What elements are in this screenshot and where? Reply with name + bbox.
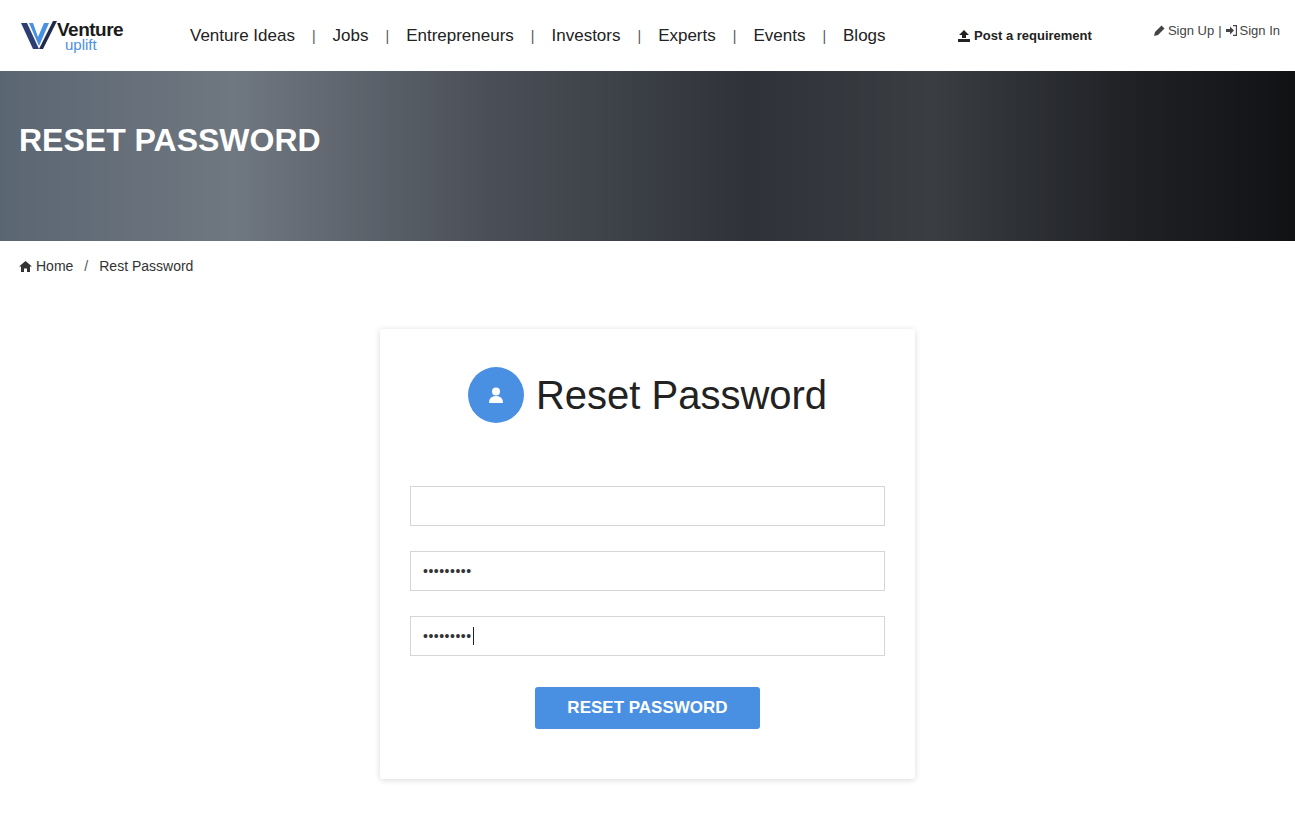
header: Ventureuplift Venture Ideas | Jobs | Entrepre…	[0, 0, 1295, 71]
breadcrumb: Home / Rest Password	[0, 241, 1295, 291]
form-fields: ••••••••• •••••••••	[410, 486, 885, 656]
nav-item[interactable]: Events	[753, 26, 805, 46]
nav-separator: |	[637, 28, 641, 44]
nav-separator: |	[531, 28, 535, 44]
nav-item[interactable]: Entrepreneurs	[406, 26, 514, 46]
logo[interactable]: Ventureuplift	[19, 19, 129, 53]
reset-card: Reset Password ••••••••• ••••••••• RESET PA…	[380, 329, 915, 779]
text-field[interactable]	[410, 486, 885, 526]
breadcrumb-separator: /	[84, 258, 88, 274]
auth-links: Sign Up | Sign In	[1154, 23, 1280, 38]
card-header: Reset Password	[468, 367, 827, 423]
sign-in-link[interactable]: Sign In	[1226, 23, 1280, 38]
sign-in-icon	[1226, 25, 1237, 36]
main-nav: Venture Ideas | Jobs | Entrepreneurs | Investo…	[190, 26, 958, 46]
post-requirement-link[interactable]: Post a requirement	[958, 28, 1092, 43]
breadcrumb-item[interactable]: Home	[19, 258, 73, 274]
reset-password-button[interactable]: RESET PASSWORD	[535, 687, 760, 729]
breadcrumb-item: Rest Password	[99, 258, 193, 274]
nav-separator: |	[733, 28, 737, 44]
nav-item[interactable]: Investors	[552, 26, 621, 46]
logo-tagline: uplift	[65, 37, 123, 52]
nav-item[interactable]: Blogs	[843, 26, 886, 46]
auth-separator: |	[1218, 23, 1221, 38]
password-field[interactable]: •••••••••	[410, 551, 885, 591]
banner-title: RESET PASSWORD	[19, 122, 321, 159]
logo-v-icon	[19, 19, 59, 53]
nav-separator: |	[312, 28, 316, 44]
banner: RESET PASSWORD	[0, 71, 1295, 241]
main: Reset Password ••••••••• ••••••••• RESET PA…	[0, 291, 1295, 819]
text-caret	[473, 627, 474, 645]
nav-item[interactable]: Experts	[658, 26, 716, 46]
nav-separator: |	[385, 28, 389, 44]
home-icon	[19, 261, 32, 272]
password-field[interactable]: •••••••••	[410, 616, 885, 656]
pencil-icon	[1154, 25, 1165, 36]
user-icon	[468, 367, 524, 423]
page: Ventureuplift Venture Ideas | Jobs | Entrepre…	[0, 0, 1295, 831]
card-title: Reset Password	[536, 373, 827, 418]
nav-separator: |	[822, 28, 826, 44]
upload-icon	[958, 30, 970, 42]
sign-up-link[interactable]: Sign Up	[1154, 23, 1214, 38]
nav-item[interactable]: Jobs	[333, 26, 369, 46]
nav-item[interactable]: Venture Ideas	[190, 26, 295, 46]
